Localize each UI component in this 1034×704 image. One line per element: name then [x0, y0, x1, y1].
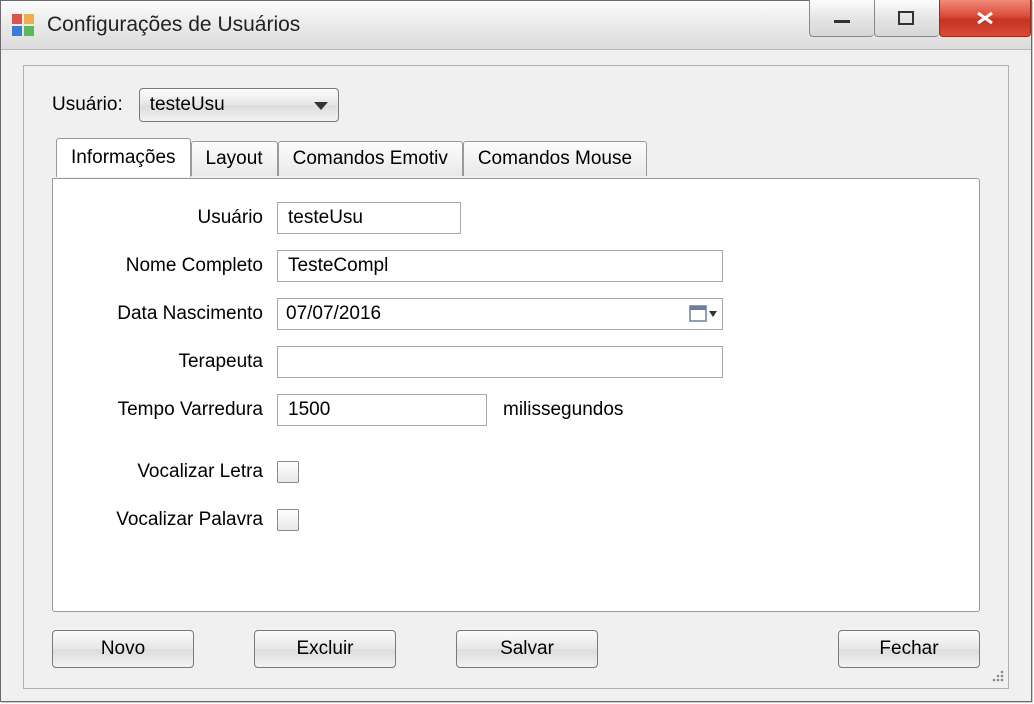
window-frame: Configurações de Usuários Usuário: teste…: [0, 0, 1032, 702]
vocalizar-palavra-label: Vocalizar Palavra: [53, 509, 277, 531]
usuario-input[interactable]: [286, 206, 452, 230]
tab-label: Comandos Emotiv: [293, 148, 448, 170]
terapeuta-field[interactable]: [277, 346, 723, 378]
minimize-button[interactable]: [809, 0, 874, 37]
user-combobox[interactable]: testeUsu: [139, 88, 339, 122]
client-area: Usuário: testeUsu Informações Layout Com…: [23, 65, 1009, 689]
terapeuta-label: Terapeuta: [53, 351, 277, 373]
novo-button[interactable]: Novo: [52, 630, 194, 668]
button-row: Novo Excluir Salvar Fechar: [52, 630, 980, 668]
close-button[interactable]: [939, 0, 1031, 37]
user-selector-row: Usuário: testeUsu: [52, 88, 339, 122]
close-icon: [974, 10, 996, 26]
app-icon: [11, 13, 35, 37]
excluir-button[interactable]: Excluir: [254, 630, 396, 668]
usuario-label: Usuário: [53, 207, 277, 229]
tab-control: Informações Layout Comandos Emotiv Coman…: [52, 140, 980, 612]
fechar-button[interactable]: Fechar: [838, 630, 980, 668]
minimize-icon: [832, 11, 852, 25]
maximize-button[interactable]: [874, 0, 939, 37]
button-label: Salvar: [500, 638, 554, 660]
chevron-down-icon: [314, 94, 328, 116]
tab-informacoes[interactable]: Informações: [56, 138, 191, 177]
tempo-varredura-label: Tempo Varredura: [53, 399, 277, 421]
tempo-varredura-field[interactable]: [277, 394, 487, 426]
tempo-varredura-input[interactable]: [286, 398, 478, 422]
nome-completo-input[interactable]: [286, 254, 714, 278]
nome-completo-field[interactable]: [277, 250, 723, 282]
terapeuta-input[interactable]: [286, 350, 714, 374]
button-label: Excluir: [296, 638, 353, 660]
tab-label: Informações: [71, 147, 176, 169]
tab-layout[interactable]: Layout: [191, 141, 278, 176]
tempo-varredura-unit: milissegundos: [503, 399, 623, 421]
title-bar[interactable]: Configurações de Usuários: [1, 1, 1031, 50]
data-nascimento-field[interactable]: 07/07/2016: [277, 298, 723, 330]
maximize-icon: [897, 10, 917, 26]
user-combobox-value: testeUsu: [150, 94, 225, 116]
user-label: Usuário:: [52, 94, 123, 116]
vocalizar-letra-checkbox[interactable]: [277, 461, 299, 483]
button-label: Fechar: [879, 638, 938, 660]
resize-grip[interactable]: [988, 668, 1006, 686]
calendar-dropdown-button[interactable]: [688, 302, 718, 326]
data-nascimento-label: Data Nascimento: [53, 303, 277, 325]
window-title: Configurações de Usuários: [47, 13, 300, 37]
vocalizar-palavra-checkbox[interactable]: [277, 509, 299, 531]
salvar-button[interactable]: Salvar: [456, 630, 598, 668]
tab-comandos-emotiv[interactable]: Comandos Emotiv: [278, 141, 463, 176]
window-controls: [809, 0, 1031, 36]
tab-label: Layout: [206, 148, 263, 170]
usuario-field[interactable]: [277, 202, 461, 234]
button-label: Novo: [101, 638, 145, 660]
calendar-icon: [689, 304, 717, 324]
data-nascimento-value: 07/07/2016: [286, 303, 381, 325]
resize-grip-icon: [988, 668, 1006, 686]
vocalizar-letra-label: Vocalizar Letra: [53, 461, 277, 483]
nome-completo-label: Nome Completo: [53, 255, 277, 277]
tab-strip: Informações Layout Comandos Emotiv Coman…: [52, 140, 980, 176]
tab-label: Comandos Mouse: [478, 148, 632, 170]
tab-comandos-mouse[interactable]: Comandos Mouse: [463, 141, 647, 176]
tab-panel-informacoes: Usuário Nome Completo Data Nascimento 07…: [52, 178, 980, 612]
